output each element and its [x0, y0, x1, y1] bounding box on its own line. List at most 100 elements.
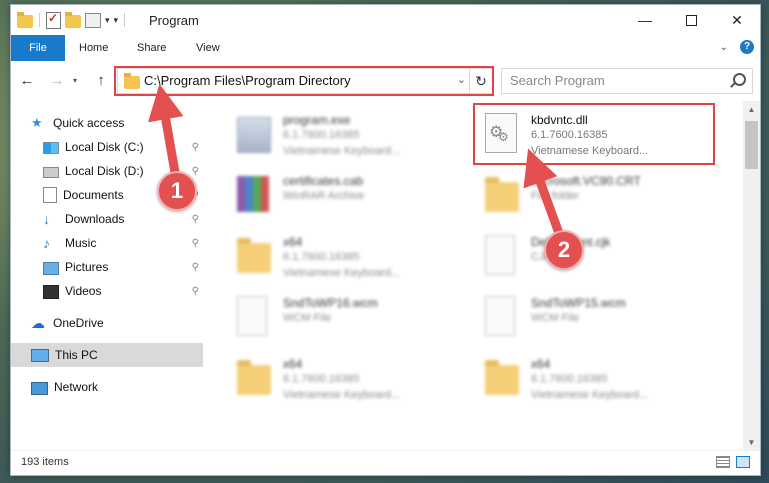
maximize-icon — [685, 14, 697, 26]
pin-icon: ⚲ — [191, 285, 199, 297]
file-item[interactable]: x64 6.1.7600.16385 Vietnamese Keyboard... — [477, 349, 717, 405]
file-item[interactable]: SndToWP15.wcm WCM File — [477, 288, 717, 344]
callout-step-2: 2 — [544, 230, 584, 270]
close-button[interactable]: ✕ — [714, 5, 760, 35]
tab-home[interactable]: Home — [67, 35, 120, 61]
drive-icon — [43, 167, 59, 178]
tab-file[interactable]: File — [11, 35, 65, 61]
file-name: SndToWP15.wcm — [531, 296, 626, 310]
properties-check-icon[interactable] — [46, 11, 61, 29]
maximize-button[interactable] — [668, 5, 714, 35]
file-name: Microsoft.VC90.CRT — [531, 174, 641, 188]
doc-file-icon — [237, 296, 271, 338]
file-item[interactable]: x64 6.1.7600.16385 Vietnamese Keyboard... — [229, 227, 469, 283]
customize-toolbar-icon[interactable]: ▾ — [105, 15, 110, 26]
file-detail: 6.1.7600.16385 — [531, 373, 608, 385]
nav-item-quick-access[interactable]: ★ Quick access — [11, 111, 203, 135]
nav-item-label: Downloads — [65, 212, 125, 226]
search-input[interactable] — [502, 69, 738, 91]
dll-file-icon: ⚙ ⚙ — [485, 113, 519, 155]
pin-icon: ⚲ — [191, 237, 199, 249]
folder-icon — [237, 357, 271, 399]
drive-icon — [43, 142, 59, 154]
file-item[interactable]: ⚙ ⚙ kbdvntc.dll 6.1.7600.16385 Vietnamese Ke… — [477, 105, 717, 161]
file-item[interactable]: SndToWP16.wcm WCM File — [229, 288, 469, 344]
nav-item-onedrive[interactable]: ☁ OneDrive — [11, 311, 203, 335]
up-button[interactable]: ↑ — [91, 71, 111, 91]
file-item[interactable]: Microsoft.VC90.CRT File folder — [477, 166, 717, 222]
help-icon[interactable]: ? — [740, 40, 754, 54]
nav-item-label: Quick access — [53, 116, 125, 130]
file-list: program.exe 6.1.7600.16385 Vietnamese Keyb… — [207, 101, 741, 447]
nav-item-label: OneDrive — [53, 316, 104, 330]
forward-button[interactable]: → — [47, 71, 67, 91]
tiles-view-icon[interactable] — [736, 456, 750, 468]
scroll-thumb[interactable] — [745, 121, 758, 169]
title-bar: ▾ ▾ Program — ✕ — [11, 5, 760, 35]
file-detail: 6.1.7600.16385 — [531, 129, 608, 141]
file-name: SndToWP16.wcm — [283, 296, 378, 310]
search-box[interactable] — [501, 68, 753, 94]
file-item[interactable]: Default.font.cjkCJK File — [477, 227, 717, 283]
quick-access-toolbar: ▾ ▾ — [17, 11, 127, 29]
minimize-icon: — — [638, 12, 652, 28]
address-dropdown-icon[interactable]: ⌄ — [457, 73, 466, 86]
properties-icon[interactable] — [85, 12, 101, 28]
star-icon: ★ — [31, 115, 43, 130]
vertical-scrollbar[interactable]: ▲ ▼ — [743, 101, 760, 451]
toolbar-dropdown-icon[interactable]: ▾ — [114, 15, 119, 26]
ribbon-right-controls: ⌄ ? — [720, 40, 754, 54]
file-item[interactable]: x64 6.1.7600.16385 Vietnamese Keyboard... — [229, 349, 469, 405]
file-name: program.exe — [283, 113, 351, 127]
file-detail: 6.1.7600.16385 — [283, 251, 360, 263]
pictures-icon — [43, 261, 59, 275]
folder-icon — [17, 11, 33, 28]
ribbon: File Home Share View ⌄ ? — [11, 35, 760, 62]
nav-item-label: This PC — [55, 348, 98, 362]
file-item[interactable]: certificates.cab WinRAR Archive — [229, 166, 469, 222]
nav-item-label: Local Disk (C:) — [65, 140, 144, 154]
nav-item-this-pc[interactable]: This PC — [11, 343, 203, 367]
doc-file-icon — [485, 296, 519, 338]
pin-icon: ⚲ — [191, 213, 199, 225]
new-folder-icon[interactable] — [65, 11, 81, 28]
search-icon[interactable] — [733, 73, 746, 86]
nav-item-label: Videos — [65, 284, 102, 298]
file-item[interactable]: program.exe 6.1.7600.16385 Vietnamese Keyb… — [229, 105, 469, 161]
file-name: x64 — [531, 357, 551, 371]
window-title: Program — [149, 13, 199, 28]
downloads-icon: ↓ — [43, 211, 50, 227]
onedrive-icon: ☁ — [31, 315, 45, 331]
nav-item-network[interactable]: Network — [11, 375, 203, 399]
pin-icon: ⚲ — [191, 141, 199, 153]
address-bar[interactable]: C:\Program Files\Program Directory ⌄ ↻ — [117, 68, 493, 94]
scroll-down-button[interactable]: ▼ — [743, 434, 760, 451]
file-detail: File folder — [531, 190, 580, 202]
nav-item-pictures[interactable]: Pictures ⚲ — [11, 255, 203, 279]
status-bar: 193 items — [11, 450, 760, 475]
details-view-icon[interactable] — [716, 456, 730, 468]
toolbar-separator — [124, 13, 126, 27]
exe-file-icon — [237, 113, 271, 155]
nav-item-label: Local Disk (D:) — [65, 164, 144, 178]
tab-share[interactable]: Share — [125, 35, 178, 61]
folder-icon — [485, 174, 519, 216]
back-button[interactable]: ← — [17, 71, 37, 91]
nav-item-music[interactable]: ♪ Music ⚲ — [11, 231, 203, 255]
tab-view[interactable]: View — [184, 35, 232, 61]
file-description: Vietnamese Keyboard... — [531, 389, 649, 401]
address-path[interactable]: C:\Program Files\Program Directory — [144, 73, 351, 88]
file-name: x64 — [283, 357, 303, 371]
expand-ribbon-icon[interactable]: ⌄ — [720, 42, 728, 53]
nav-item-local-disk-c[interactable]: Local Disk (C:) ⚲ — [11, 135, 203, 159]
folder-icon — [237, 235, 271, 277]
folder-icon — [485, 357, 519, 399]
nav-item-videos[interactable]: Videos ⚲ — [11, 279, 203, 303]
recent-locations-button[interactable]: ▾ — [69, 71, 81, 91]
minimize-button[interactable]: — — [622, 5, 668, 35]
file-name: certificates.cab — [283, 174, 364, 188]
documents-icon — [43, 187, 57, 203]
scroll-up-button[interactable]: ▲ — [743, 101, 760, 118]
refresh-button[interactable]: ↻ — [469, 69, 492, 93]
navigation-pane: ★ Quick access Local Disk (C:) ⚲ Local Disk … — [11, 101, 207, 449]
